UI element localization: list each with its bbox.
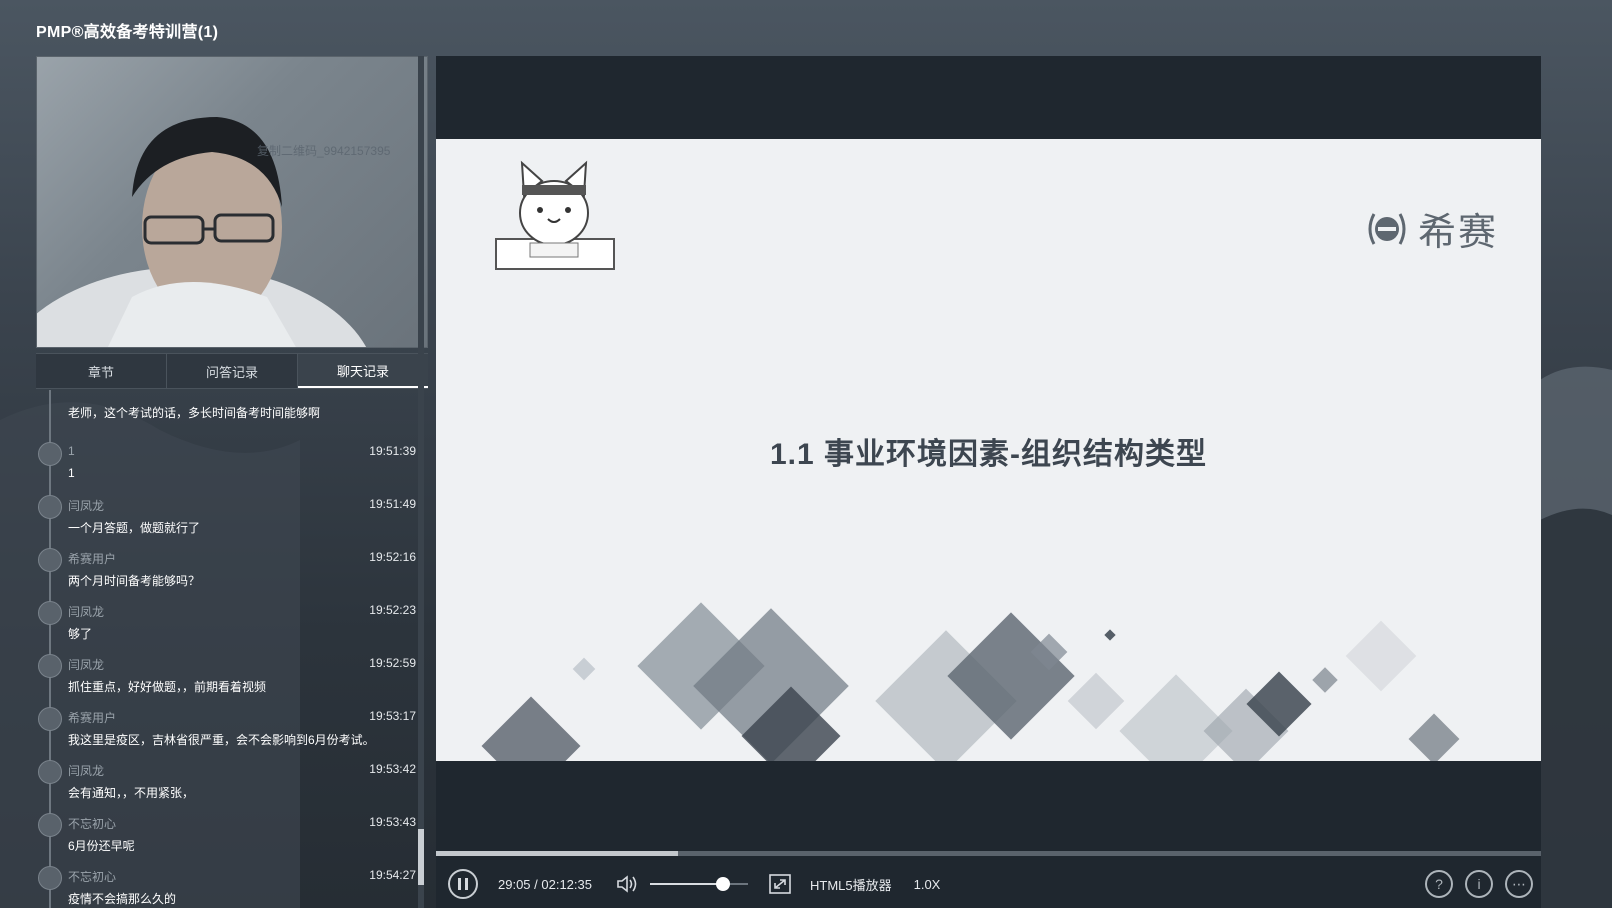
chat-time: 19:52:23 (369, 603, 416, 617)
video-watermark: 复制二维码_9942157395 (257, 144, 391, 158)
chat-sender: 闫凤龙 (68, 764, 105, 778)
progress-bar[interactable] (436, 851, 1541, 856)
chat-list[interactable]: 老师，这个考试的话，多长时间备考时间能够啊 1 19:51:39 1 闫凤龙 1… (36, 390, 416, 908)
chat-message: 希赛用户 19:52:16 两个月时间备考能够吗？ (36, 542, 416, 595)
chat-text: 6月份还早呢 (68, 839, 135, 853)
chat-time: 19:52:59 (369, 656, 416, 670)
chat-message: 希赛用户 19:53:17 我这里是疫区，吉林省很严重，会不会影响到6月份考试。 (36, 701, 416, 754)
chat-text: 1 (68, 466, 75, 480)
time-display: 29:05 / 02:12:35 (498, 876, 592, 892)
tab-qa-records[interactable]: 问答记录 (167, 354, 298, 388)
brand-name: 希赛 (1418, 212, 1499, 254)
chat-time: 19:51:49 (369, 497, 416, 511)
avatar (38, 654, 62, 678)
presenter-video[interactable]: 复制二维码_9942157395 (36, 56, 428, 348)
chat-sender: 闫凤龙 (68, 658, 105, 672)
avatar (38, 866, 62, 890)
avatar (38, 760, 62, 784)
chat-sender: 希赛用户 (68, 711, 117, 725)
player-type-label: HTML5播放器 (809, 877, 892, 893)
chat-message: 闫凤龙 19:53:42 会有通知，，不用紧张， (36, 754, 416, 807)
info-icon[interactable]: i (1465, 870, 1493, 898)
progress-fill (436, 851, 678, 856)
chat-sender: 闫凤龙 (68, 499, 105, 513)
chat-time: 19:53:42 (369, 762, 416, 776)
player-controls: 29:05 / 02:12:35 HTML5播放器 1.0X ? i ⋯ (436, 861, 1541, 907)
slide-top-band (436, 56, 1541, 139)
chat-message: 闫凤龙 19:52:59 抓住重点，好好做题，，前期看着视频 (36, 648, 416, 701)
chat-text: 我这里是疫区，吉林省很严重，会不会影响到6月份考试。 (68, 733, 375, 747)
avatar (38, 601, 62, 625)
left-panel: 复制二维码_9942157395 章节 问答记录 聊天记录 老师，这个考试的话，… (36, 56, 428, 908)
pause-icon (458, 878, 468, 890)
chat-scrollbar[interactable] (418, 56, 424, 908)
player-extra-icons: ? i ⋯ (1425, 870, 1533, 898)
chat-sender: 不忘初心 (68, 817, 117, 831)
chat-text: 两个月时间备考能够吗？ (68, 574, 201, 588)
volume-icon (617, 875, 637, 893)
user-question-icon[interactable]: ? (1425, 870, 1453, 898)
chat-sender: 闫凤龙 (68, 605, 105, 619)
app-title: PMP®高效备考特训营(1) (36, 24, 219, 41)
chat-message: 老师，这个考试的话，多长时间备考时间能够啊 (36, 390, 416, 436)
volume-button[interactable] (616, 874, 640, 894)
avatar (38, 548, 62, 572)
chat-text: 会有通知，，不用紧张， (68, 786, 195, 800)
slide-canvas: 希赛 1.1 事业环境因素-组织结构类型 (436, 139, 1541, 761)
mascot-cat-icon (495, 160, 615, 270)
presenter-figure (37, 117, 367, 347)
chat-message: 闫凤龙 19:51:49 一个月答题，做题就行了 (36, 489, 416, 542)
pause-button[interactable] (448, 869, 478, 899)
brand-mark-icon (1368, 212, 1406, 245)
volume-level (649, 883, 724, 885)
volume-slider[interactable] (649, 874, 748, 894)
chat-time: 19:51:39 (369, 444, 416, 458)
tab-chapters[interactable]: 章节 (36, 354, 167, 388)
chat-text: 够了 (68, 627, 93, 641)
tab-chat-records[interactable]: 聊天记录 (298, 354, 428, 388)
chat-message: 1 19:51:39 1 (36, 436, 416, 489)
chat-message: 不忘初心 19:54:27 疫情不会搞那么久的 (36, 860, 416, 908)
scrollbar-thumb[interactable] (418, 829, 424, 885)
avatar (38, 707, 62, 731)
chat-time: 19:52:16 (369, 550, 416, 564)
chat-time: 19:53:17 (369, 709, 416, 723)
chat-text: 疫情不会搞那么久的 (68, 892, 177, 906)
chat-sender: 不忘初心 (68, 870, 117, 884)
fullscreen-button[interactable] (768, 873, 792, 895)
chat-message: 不忘初心 19:53:43 6月份还早呢 (36, 807, 416, 860)
volume-knob[interactable] (716, 877, 731, 891)
avatar (38, 495, 62, 519)
fullscreen-icon (769, 874, 791, 894)
chat-text: 抓住重点，好好做题，，前期看着视频 (68, 680, 267, 694)
avatar (38, 813, 62, 837)
slide-player: 希赛 1.1 事业环境因素-组织结构类型 29:05 / 02:12:35 HT… (436, 56, 1541, 908)
brand-logo: 希赛 (1364, 201, 1498, 256)
slide-heading: 1.1 事业环境因素-组织结构类型 (769, 438, 1208, 471)
chat-message: 闫凤龙 19:52:23 够了 (36, 595, 416, 648)
decorative-diamonds (481, 602, 1460, 761)
chat-text: 一个月答题，做题就行了 (68, 521, 201, 535)
chat-text: 老师，这个考试的话，多长时间备考时间能够啊 (68, 406, 321, 420)
chat-sender: 1 (68, 444, 75, 458)
chat-time: 19:53:43 (369, 815, 416, 829)
side-tabs: 章节 问答记录 聊天记录 (36, 353, 428, 389)
more-icon[interactable]: ⋯ (1505, 870, 1533, 898)
avatar (38, 442, 62, 466)
chat-sender: 希赛用户 (68, 552, 117, 566)
chat-time: 19:54:27 (369, 868, 416, 882)
playback-speed-button[interactable]: 1.0X (914, 877, 941, 892)
